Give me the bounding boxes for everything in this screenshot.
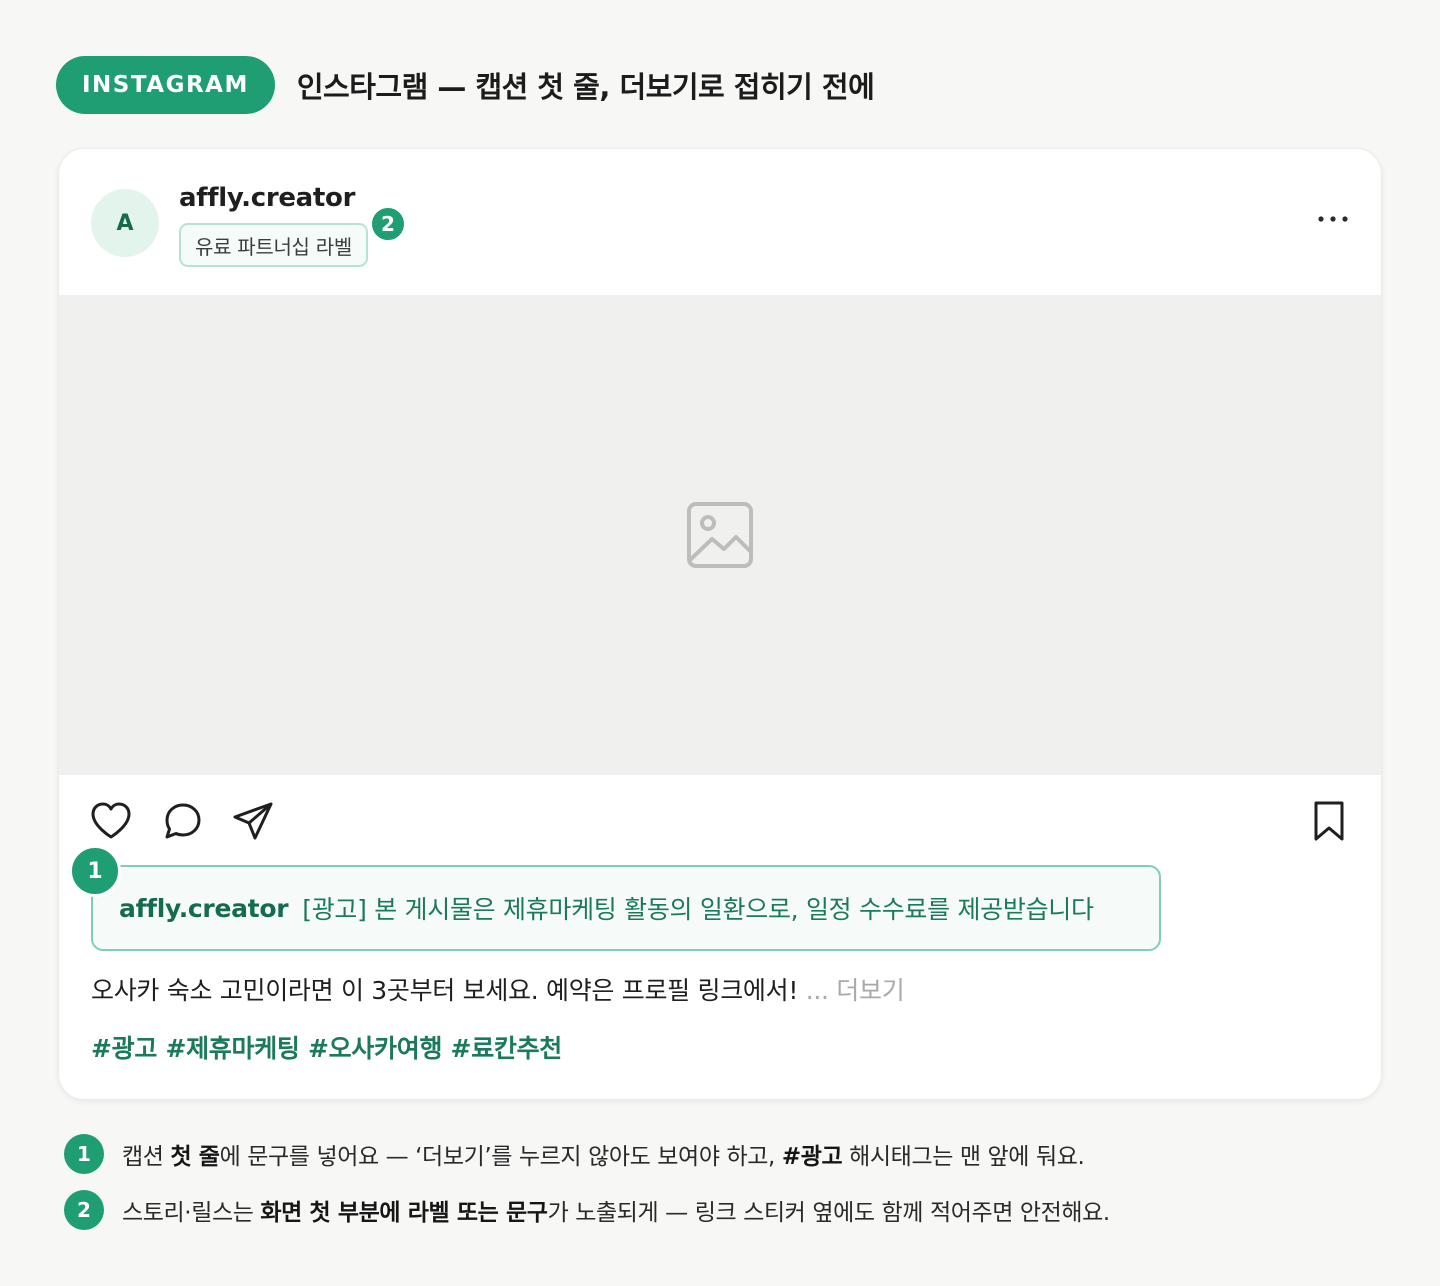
image-placeholder-icon [687, 502, 753, 568]
comment-icon[interactable] [161, 799, 205, 843]
note-2: 2 스토리·릴스는 화면 첫 부분에 라벨 또는 문구가 노출되게 — 링크 스… [64, 1190, 1110, 1230]
note-badge-1: 1 [64, 1134, 104, 1174]
note-1-segment: 에 문구를 넣어요 — ‘더보기’를 누르지 않아도 보여야 하고, [219, 1144, 782, 1170]
note-2-segment: 가 노출되게 — 링크 스티커 옆에도 함께 적어주면 안전해요. [547, 1200, 1111, 1226]
post-media[interactable] [59, 295, 1381, 775]
top-header: INSTAGRAM 인스타그램 — 캡션 첫 줄, 더보기로 접히기 전에 [56, 56, 875, 114]
instagram-post-card: A affly.creator 유료 파트너십 라벨 2 affly.creat… [58, 148, 1382, 1100]
heart-icon[interactable] [89, 799, 133, 843]
note-badge-2: 2 [64, 1190, 104, 1230]
note-2-segment: 스토리·릴스는 [122, 1200, 261, 1226]
caption-ad-disclosure: [광고] 본 게시물은 제휴마케팅 활동의 일환으로, 일정 수수료를 제공받습… [302, 895, 1094, 924]
more-link[interactable]: ... 더보기 [806, 976, 905, 1005]
paid-partnership-label: 유료 파트너십 라벨 [179, 223, 368, 267]
bookmark-icon[interactable] [1309, 799, 1349, 843]
caption-body-text: 오사카 숙소 고민이라면 이 3곳부터 보세요. 예약은 프로필 링크에서! [91, 976, 799, 1005]
note-1-segment: 캡션 [122, 1144, 171, 1170]
annotation-badge-2: 2 [369, 205, 407, 243]
page-title: 인스타그램 — 캡션 첫 줄, 더보기로 접히기 전에 [296, 70, 875, 104]
note-1-segment: 해시태그는 맨 앞에 둬요. [842, 1144, 1085, 1170]
share-icon[interactable] [231, 799, 275, 843]
avatar[interactable]: A [91, 189, 159, 257]
annotation-badge-1: 1 [69, 845, 121, 897]
note-1-emphasis: #광고 [781, 1144, 843, 1170]
platform-pill: INSTAGRAM [56, 56, 275, 114]
hashtags[interactable]: #광고 #제휴마케팅 #오사카여행 #료칸추천 [91, 1029, 562, 1065]
page: INSTAGRAM 인스타그램 — 캡션 첫 줄, 더보기로 접히기 전에 A … [0, 0, 1440, 1286]
note-2-emphasis: 화면 첫 부분에 라벨 또는 문구 [260, 1200, 548, 1226]
more-icon[interactable] [1315, 209, 1351, 229]
note-1: 1 캡션 첫 줄에 문구를 넣어요 — ‘더보기’를 누르지 않아도 보여야 하… [64, 1134, 1085, 1174]
note-text-1: 캡션 첫 줄에 문구를 넣어요 — ‘더보기’를 누르지 않아도 보여야 하고,… [122, 1137, 1085, 1171]
note-text-2: 스토리·릴스는 화면 첫 부분에 라벨 또는 문구가 노출되게 — 링크 스티커… [122, 1193, 1110, 1227]
caption-username[interactable]: affly.creator [119, 894, 289, 923]
caption-body: 오사카 숙소 고민이라면 이 3곳부터 보세요. 예약은 프로필 링크에서! .… [91, 971, 905, 1007]
post-username[interactable]: affly.creator [179, 183, 355, 213]
note-1-emphasis: 첫 줄 [170, 1144, 220, 1170]
caption-first-line: affly.creator [광고] 본 게시물은 제휴마케팅 활동의 일환으로… [91, 865, 1161, 951]
